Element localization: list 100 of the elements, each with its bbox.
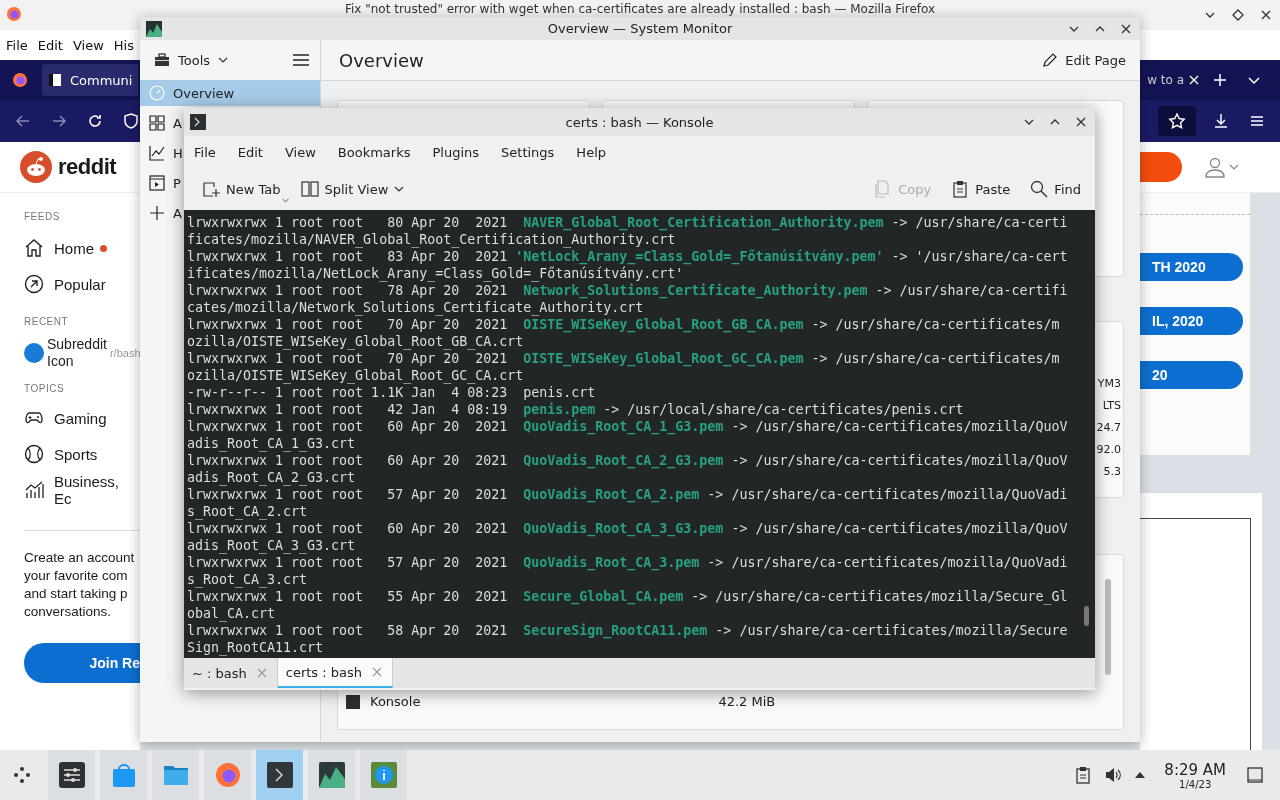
shield-icon[interactable]	[122, 112, 140, 130]
clock-date: 1/4/23	[1179, 778, 1212, 790]
event-button[interactable]: IL, 2020	[1140, 307, 1243, 335]
section-heading: RECENT	[24, 316, 70, 327]
menu-item[interactable]: Help	[576, 144, 606, 160]
window-title: Overview — System Monitor	[547, 21, 733, 36]
info-value: 5.3	[1103, 465, 1121, 478]
clock[interactable]: 8:29 AM 1/4/23	[1164, 760, 1226, 790]
join-button[interactable]: Join Re	[24, 643, 140, 683]
browser-tab[interactable]: w to a	[1147, 73, 1184, 87]
close-icon[interactable]	[1260, 9, 1272, 21]
new-tab-icon	[202, 180, 220, 198]
clipboard-icon[interactable]	[1074, 766, 1093, 784]
terminal-tab[interactable]: ~ : bash	[184, 658, 278, 688]
toolbox-icon	[154, 52, 170, 68]
firefox-icon	[6, 6, 22, 22]
menu-item[interactable]: Edit	[37, 37, 63, 53]
browser-tab[interactable]: Communi	[42, 64, 139, 96]
menu-item[interactable]: File	[194, 144, 216, 160]
info-icon	[370, 762, 397, 788]
bar-chart-icon	[24, 480, 44, 500]
scrollbar[interactable]	[1105, 579, 1111, 675]
grid-icon	[149, 115, 165, 131]
show-desktop-icon[interactable]	[1246, 766, 1264, 784]
alien-logo-icon	[20, 151, 52, 183]
signup-button[interactable]	[1140, 152, 1182, 182]
pencil-icon	[1042, 52, 1059, 68]
page-item[interactable]: Overview	[140, 80, 320, 106]
page-item[interactable]: P	[140, 170, 181, 196]
play-window-icon	[149, 175, 165, 191]
table-cell: 42.2 MiB	[718, 694, 776, 709]
feed-link[interactable]: Home	[24, 230, 140, 266]
info-value: LTS	[1102, 399, 1121, 412]
info-value: 92.0	[1096, 443, 1121, 456]
terminal-line: lrwxrwxrwx 1 root root 42 Jan 4 08:19 penis.pem -> /usr/local/share/ca-certificates/penis.crt	[187, 401, 965, 418]
site-logo[interactable]: reddit	[58, 154, 117, 180]
user-menu[interactable]	[1204, 156, 1239, 178]
graph-icon	[318, 762, 345, 788]
clipboard-icon	[951, 180, 970, 198]
tools-button[interactable]: Tools	[154, 52, 229, 68]
avatar-circle	[24, 343, 44, 363]
maximize-icon[interactable]	[1232, 9, 1244, 21]
topic-link[interactable]: Gaming	[24, 400, 140, 436]
speedometer-icon	[149, 85, 165, 101]
menu-item[interactable]: Edit	[237, 144, 263, 160]
columns-icon	[300, 180, 319, 198]
caret-icon	[218, 55, 229, 65]
terminal-icon	[346, 694, 360, 709]
ball-icon	[24, 444, 44, 464]
graph-icon	[146, 20, 162, 37]
feed-link[interactable]: Popular	[24, 266, 140, 302]
table-cell: Konsole	[370, 694, 421, 709]
toolbar-button[interactable]: New Tab	[196, 176, 287, 202]
task-button[interactable]	[48, 750, 95, 800]
close-icon[interactable]	[1075, 116, 1087, 128]
task-button[interactable]	[308, 750, 355, 800]
caret-icon	[394, 184, 405, 194]
download-icon[interactable]	[1212, 112, 1230, 130]
event-button[interactable]: 20	[1140, 361, 1243, 389]
menu-icon[interactable]	[292, 51, 310, 69]
search-icon	[1030, 180, 1049, 198]
menu-item[interactable]: View	[72, 37, 104, 53]
menu-item[interactable]: File	[6, 37, 28, 53]
event-button[interactable]: TH 2020	[1140, 253, 1243, 281]
menu-item[interactable]: View	[284, 144, 316, 160]
task-button[interactable]	[256, 750, 303, 800]
clock-time: 8:29 AM	[1164, 760, 1226, 779]
caret-icon	[1229, 162, 1239, 172]
reload-icon[interactable]	[86, 112, 104, 130]
volume-icon[interactable]	[1104, 766, 1123, 784]
image-alt-text: Subreddit Icon	[47, 336, 107, 370]
topic-link[interactable]: Sports	[24, 436, 140, 472]
menu-item[interactable]: Settings	[501, 144, 555, 160]
signup-text: Create an account your favorite com and start taking p conversations.	[24, 549, 136, 621]
close-icon[interactable]	[1120, 22, 1132, 35]
terminal-line: lrwxrwxrwx 1 root root 58 Apr 20 2021 SecureSign_RootCA11.pem -> /usr/share/ca-certificates/mozilla/SecureSign_RootCA11.crt	[187, 622, 1068, 656]
toolbar-button[interactable]: Paste	[945, 176, 1017, 202]
page-item[interactable]: A	[140, 200, 182, 226]
menu-item[interactable]: Bookmarks	[337, 144, 411, 160]
toolbar-button[interactable]: Find	[1024, 176, 1087, 202]
scrollbar[interactable]	[1084, 606, 1089, 626]
window-title: certs : bash — Konsole	[565, 114, 714, 130]
bookmark-button[interactable]	[1158, 106, 1196, 136]
plus-icon	[149, 205, 165, 221]
terminal-line: -rw-r--r-- 1 root root 1.1K Jan 4 08:23 penis.crt	[187, 384, 597, 401]
menu-item[interactable]: His	[113, 37, 134, 53]
terminal-tab[interactable]: certs : bash	[277, 658, 394, 688]
page-item[interactable]: H	[140, 140, 183, 166]
menu-item[interactable]: Plugins	[432, 144, 480, 160]
sliders-icon	[58, 762, 85, 788]
person-icon	[1204, 156, 1226, 178]
page-item[interactable]: A	[140, 110, 182, 136]
toolbar-button[interactable]: Split View	[294, 176, 411, 202]
edit-page-button[interactable]: Edit Page	[1036, 51, 1132, 69]
topic-link[interactable]: Business, Ec	[24, 472, 140, 508]
plus-icon[interactable]	[1212, 72, 1228, 88]
firefox-icon	[12, 72, 28, 88]
firefox-icon	[214, 762, 241, 788]
house-icon	[24, 238, 44, 258]
shopping-bag-icon	[110, 762, 137, 788]
